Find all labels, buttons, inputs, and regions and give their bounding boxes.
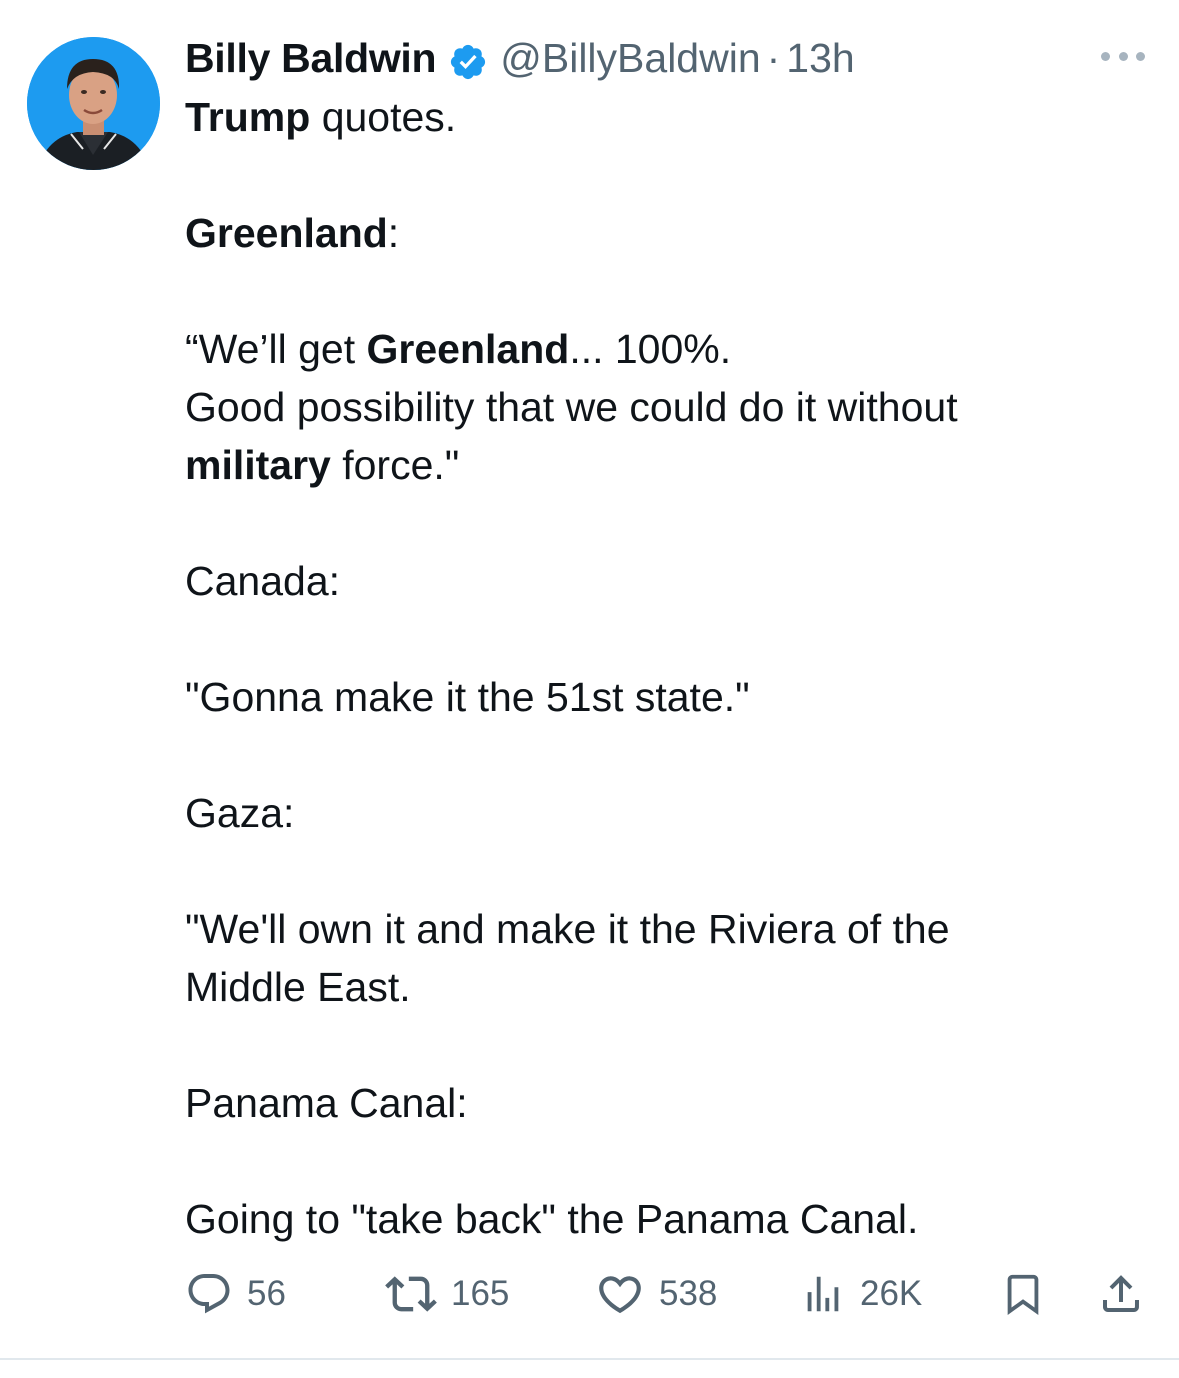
section-heading-canada: Canada: bbox=[185, 558, 341, 604]
repost-count: 165 bbox=[451, 1274, 510, 1313]
tweet-text: Trump quotes. Greenland: “We’ll get Gree… bbox=[185, 88, 1145, 1248]
tweet[interactable]: Billy Baldwin @BillyBaldwin · 13h Trump … bbox=[0, 0, 1179, 1378]
like-button[interactable]: 538 bbox=[595, 1262, 717, 1326]
author-handle[interactable]: @BillyBaldwin bbox=[500, 28, 760, 88]
tweet-header: Billy Baldwin @BillyBaldwin · 13h bbox=[185, 28, 855, 88]
section-heading-panama: Panama Canal: bbox=[185, 1080, 468, 1126]
avatar[interactable] bbox=[27, 37, 160, 170]
like-count: 538 bbox=[659, 1274, 718, 1313]
quote1-line3-rest: force." bbox=[330, 442, 460, 488]
views-count: 26K bbox=[860, 1274, 923, 1313]
author-display-name[interactable]: Billy Baldwin bbox=[185, 28, 437, 88]
bold-word-trump: Trump bbox=[185, 94, 311, 140]
quote-canada: "Gonna make it the 51st state." bbox=[185, 674, 750, 720]
tweet-timestamp[interactable]: 13h bbox=[786, 28, 854, 88]
repost-button[interactable]: 165 bbox=[385, 1262, 509, 1326]
greenland-heading-bold: Greenland bbox=[185, 210, 388, 256]
quote1-line3-bold: military bbox=[185, 442, 331, 488]
quote1-open: “We’ll get bbox=[185, 326, 367, 372]
verified-badge-icon[interactable] bbox=[448, 38, 488, 80]
quote-gaza-line2: Middle East. bbox=[185, 964, 411, 1010]
reply-count: 56 bbox=[247, 1274, 286, 1313]
avatar-photo bbox=[27, 37, 160, 170]
views-button[interactable]: 26K bbox=[800, 1262, 922, 1326]
section-heading-greenland: Greenland: bbox=[185, 204, 1145, 262]
quote-greenland-line2: Good possibility that we could do it wit… bbox=[185, 384, 958, 430]
tweet-line-intro: Trump quotes. bbox=[185, 88, 1145, 146]
bookmark-button[interactable] bbox=[1000, 1262, 1046, 1326]
action-bar: 56 165 538 26K bbox=[185, 1262, 1147, 1326]
like-icon bbox=[599, 1276, 641, 1314]
bookmark-icon bbox=[1007, 1274, 1039, 1315]
separator-dot: · bbox=[766, 35, 781, 81]
share-icon bbox=[1103, 1275, 1139, 1312]
intro-rest: quotes. bbox=[310, 94, 457, 140]
reply-button[interactable]: 56 bbox=[185, 1262, 286, 1326]
quote-panama: Going to "take back" the Panama Canal. bbox=[185, 1196, 919, 1242]
quote1-bold: Greenland bbox=[366, 326, 570, 372]
repost-icon bbox=[385, 1276, 437, 1312]
reply-icon bbox=[188, 1274, 230, 1314]
share-button[interactable] bbox=[1097, 1262, 1145, 1326]
quote-greenland-line3: military force." bbox=[185, 436, 1145, 494]
views-icon bbox=[807, 1276, 839, 1312]
greenland-heading-colon: : bbox=[387, 210, 400, 256]
more-options-icon[interactable] bbox=[1101, 46, 1145, 66]
quote1-rest: ... 100%. bbox=[569, 326, 732, 372]
tweet-divider bbox=[0, 1358, 1179, 1360]
quote-greenland-line1: “We’ll get Greenland... 100%. bbox=[185, 320, 1145, 378]
section-heading-gaza: Gaza: bbox=[185, 790, 295, 836]
quote-gaza-line1: "We'll own it and make it the Riviera of… bbox=[185, 906, 950, 952]
